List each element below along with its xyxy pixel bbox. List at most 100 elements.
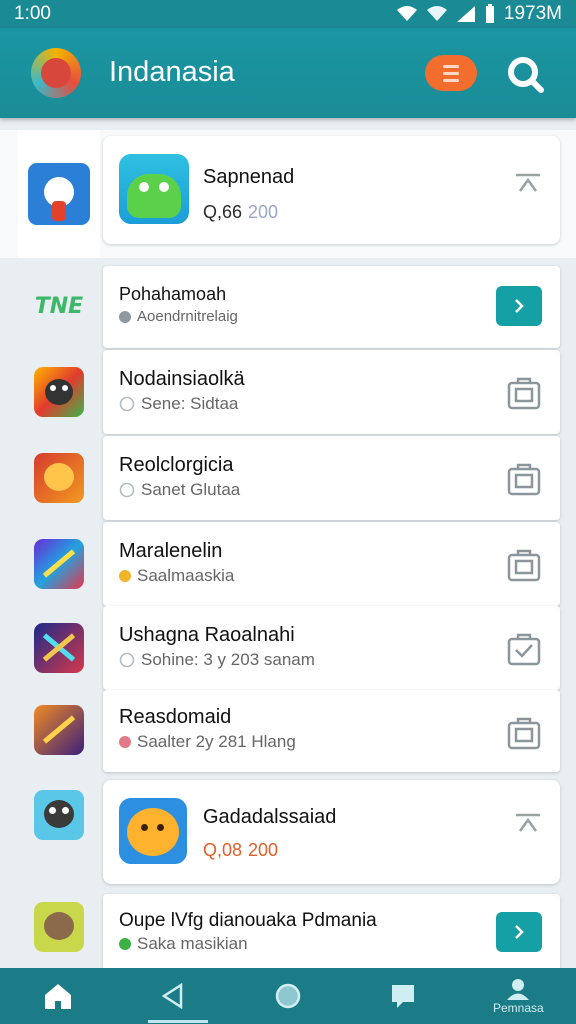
chat-icon (119, 482, 135, 498)
chat-icon (119, 396, 135, 412)
nav-back[interactable] (138, 968, 208, 1024)
side-icon-col (18, 608, 100, 688)
chevron-right-icon (515, 925, 524, 939)
nav-active-indicator (148, 1020, 208, 1023)
nav-profile-label: Pemnasa (492, 1001, 544, 1015)
shopping-bag-icon[interactable] (506, 714, 542, 750)
bottom-nav: Pemnasa (0, 968, 576, 1024)
list-item-sub: Saalter 2y 281 Hlang (137, 732, 296, 751)
list-item[interactable]: Pohahamoah Aoendrnitrelaig (103, 266, 560, 348)
collapse-icon[interactable] (514, 812, 542, 834)
side-icon-col (18, 780, 100, 850)
list-item-title: Nodainsiaolkä (119, 368, 245, 390)
back-icon (161, 982, 183, 1010)
featured-price-row: Q,08 200 (203, 840, 278, 861)
shopping-bag-icon[interactable] (506, 546, 542, 582)
list-item[interactable]: Maralenelin Saalmaaskia (103, 522, 560, 606)
nav-messages[interactable] (368, 968, 438, 1024)
app-icon[interactable] (34, 623, 84, 673)
app-icon[interactable] (34, 705, 84, 755)
list-item-title: Oupe lVfg dianouaka Pdmania (119, 910, 377, 931)
list-item-title: Ushagna Raoalnahi (119, 624, 295, 646)
list-item-sub: Aoendrnitrelaig (137, 308, 238, 325)
nav-profile[interactable]: Pemnasa (483, 968, 553, 1024)
status-dot-icon (119, 938, 131, 950)
featured-title: Sapnenad (203, 166, 295, 188)
app-icon[interactable] (34, 539, 84, 589)
app-icon[interactable] (34, 790, 84, 840)
open-button[interactable] (496, 912, 542, 952)
nav-home[interactable] (23, 968, 93, 1024)
app-title: Indanasia (109, 56, 235, 88)
featured-price-row: Q,66 200 (203, 202, 278, 223)
battery-icon (485, 4, 494, 23)
status-icons: 1973M (396, 3, 562, 25)
app-icon[interactable] (34, 902, 84, 952)
list-item-title: Reolclorgicia (119, 454, 234, 476)
person-icon (507, 979, 530, 1000)
app-icon[interactable] (34, 367, 84, 417)
list-item-sub: Sanet Glutaa (141, 480, 241, 499)
list-item-sub-row: Sene: Sidtaa (119, 394, 238, 414)
list-item-sub-row: Sohine: 3 y 203 sanam (119, 650, 315, 670)
nav-home-circle[interactable] (253, 968, 323, 1024)
list-item-title: Maralenelin (119, 540, 223, 562)
featured-title: Gadadalssaiad (203, 806, 337, 828)
open-button[interactable] (496, 286, 542, 326)
app-logo (31, 48, 81, 98)
side-icon-col (18, 524, 100, 604)
app-icon[interactable] (34, 453, 84, 503)
menu-icon (443, 64, 459, 68)
featured-card[interactable]: Sapnenad Q,66 200 (103, 136, 560, 244)
side-icon-col (18, 892, 100, 962)
featured-price: Q,08 (203, 840, 243, 860)
signal-icon (456, 6, 475, 22)
shopping-bag-icon[interactable] (506, 374, 542, 410)
app-icon (119, 154, 189, 224)
side-icon-col (18, 352, 100, 432)
chevron-right-icon (515, 299, 524, 313)
circle-icon (275, 983, 301, 1009)
side-text: TNE (34, 293, 84, 319)
shopping-bag-icon[interactable] (506, 460, 542, 496)
side-label: TNE (18, 266, 100, 346)
list-item-sub-row: Saalmaaskia (119, 566, 234, 586)
app-icon[interactable] (28, 163, 90, 225)
list-item-sub-row: Aoendrnitrelaig (119, 308, 238, 325)
list-item-sub: Saka masikian (137, 934, 248, 953)
list-item-title: Pohahamoah (119, 284, 227, 304)
side-icon-col (18, 438, 100, 518)
list-item[interactable]: Reolclorgicia Sanet Glutaa (103, 436, 560, 520)
status-dot-icon (119, 736, 131, 748)
status-clock: 1973M (503, 3, 562, 24)
app-icon (119, 798, 187, 864)
message-icon (392, 985, 415, 1008)
side-icon-col (18, 690, 100, 770)
shopping-bag-check-icon[interactable] (506, 630, 542, 666)
list-item-sub: Sene: Sidtaa (141, 394, 239, 413)
home-icon (44, 984, 71, 1009)
featured-price-alt: 200 (248, 202, 279, 222)
chat-icon (119, 652, 135, 668)
featured-price: Q,66 (203, 202, 243, 222)
dot-icon (119, 310, 131, 323)
collapse-icon[interactable] (514, 172, 542, 194)
app-list: Sapnenad Q,66 200 TNE Pohahamoah Aoendrn… (0, 118, 576, 968)
search-icon[interactable] (505, 54, 545, 94)
menu-button[interactable] (425, 55, 477, 91)
list-item[interactable]: Nodainsiaolkä Sene: Sidtaa (103, 350, 560, 434)
list-item-title: Reasdomaid (119, 706, 232, 728)
list-item-sub-row: Saka masikian (119, 934, 248, 954)
coin-icon (119, 570, 131, 582)
list-item[interactable]: Oupe lVfg dianouaka Pdmania Saka masikia… (103, 894, 560, 968)
status-bar: 1:00 1973M (0, 0, 576, 28)
featured-price-alt: 200 (248, 840, 279, 860)
list-item-sub: Sohine: 3 y 203 sanam (141, 650, 315, 669)
list-item-sub-row: Saalter 2y 281 Hlang (119, 732, 296, 752)
list-item[interactable]: Reasdomaid Saalter 2y 281 Hlang (103, 690, 560, 772)
status-time: 1:00 (14, 3, 51, 24)
featured-card[interactable]: Gadadalssaiad Q,08 200 (103, 780, 560, 884)
list-item-sub: Saalmaaskia (137, 566, 235, 585)
app-bar: Indanasia (0, 28, 576, 118)
list-item[interactable]: Ushagna Raoalnahi Sohine: 3 y 203 sanam (103, 606, 560, 690)
